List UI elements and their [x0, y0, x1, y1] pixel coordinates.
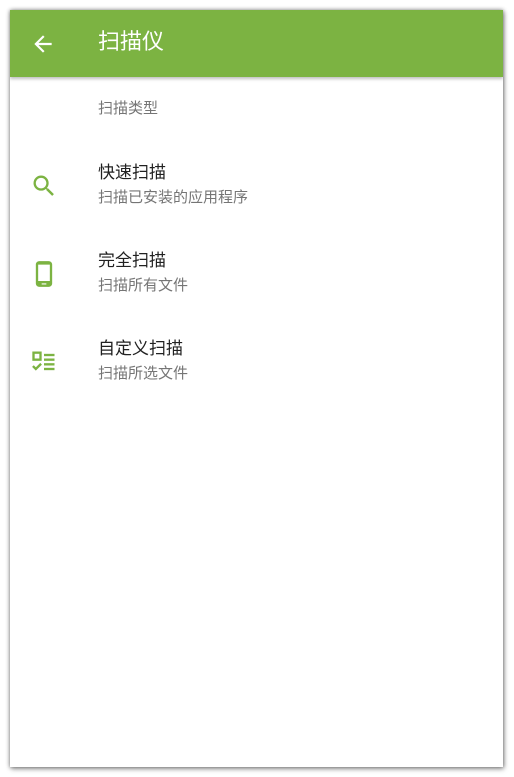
item-label: 完全扫描	[98, 251, 166, 271]
full-scan-item[interactable]: 完全扫描 扫描所有文件	[10, 240, 503, 328]
back-button[interactable]	[30, 31, 56, 57]
page-title: 扫描仪	[98, 30, 165, 55]
app-bar: 扫描仪	[10, 10, 503, 77]
custom-scan-item[interactable]: 自定义扫描 扫描所选文件	[10, 328, 503, 416]
item-label: 快速扫描	[98, 163, 166, 183]
search-icon	[30, 172, 58, 200]
arrow-back-icon	[34, 35, 52, 53]
checklist-icon	[30, 348, 58, 376]
section-header: 扫描类型	[98, 99, 159, 117]
item-description: 扫描所有文件	[98, 276, 189, 294]
item-label: 自定义扫描	[98, 339, 183, 359]
scanner-screen: 扫描仪 扫描类型 快速扫描 扫描已安装的应用程序 完全扫描 扫描所有文件 自定义…	[10, 10, 503, 767]
phone-icon	[30, 260, 58, 288]
item-description: 扫描所选文件	[98, 364, 189, 382]
quick-scan-item[interactable]: 快速扫描 扫描已安装的应用程序	[10, 152, 503, 240]
item-description: 扫描已安装的应用程序	[98, 188, 249, 206]
